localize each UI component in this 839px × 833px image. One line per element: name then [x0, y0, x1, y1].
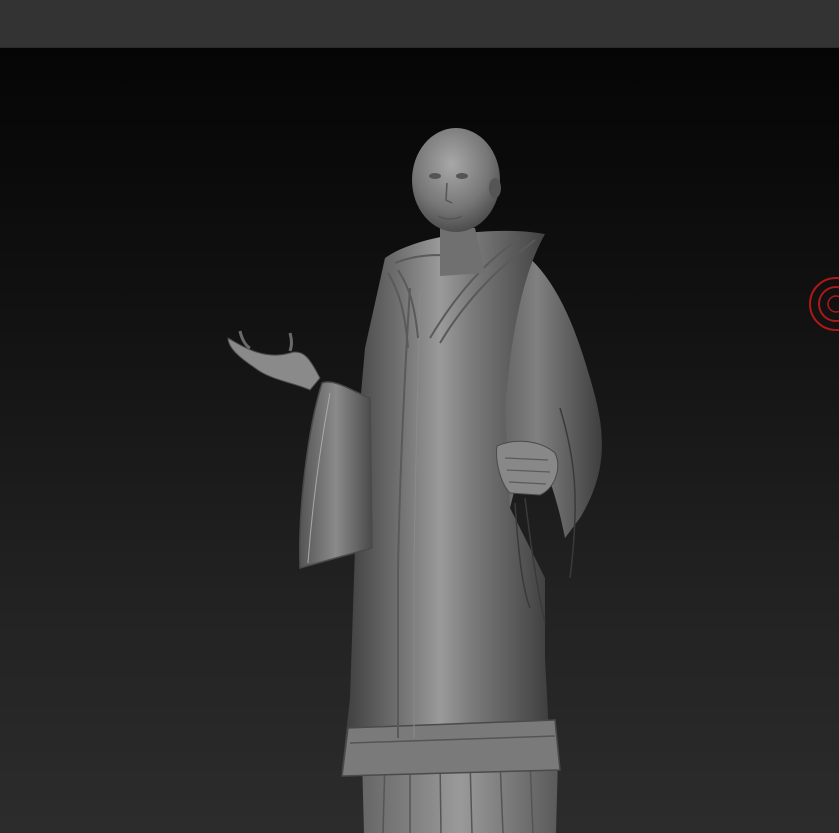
- left-sleeve: [299, 381, 373, 569]
- sculpted-figure-model[interactable]: [0, 48, 839, 833]
- raised-hand: [227, 330, 321, 391]
- 3d-viewport[interactable]: [0, 48, 839, 833]
- sculpt-app-window: [0, 0, 839, 833]
- rotate-gizmo-icon[interactable]: [808, 276, 839, 332]
- robe-hem: [341, 719, 561, 777]
- top-toolbar: [0, 0, 839, 48]
- resting-hand: [496, 440, 559, 496]
- figure-head: [412, 128, 501, 232]
